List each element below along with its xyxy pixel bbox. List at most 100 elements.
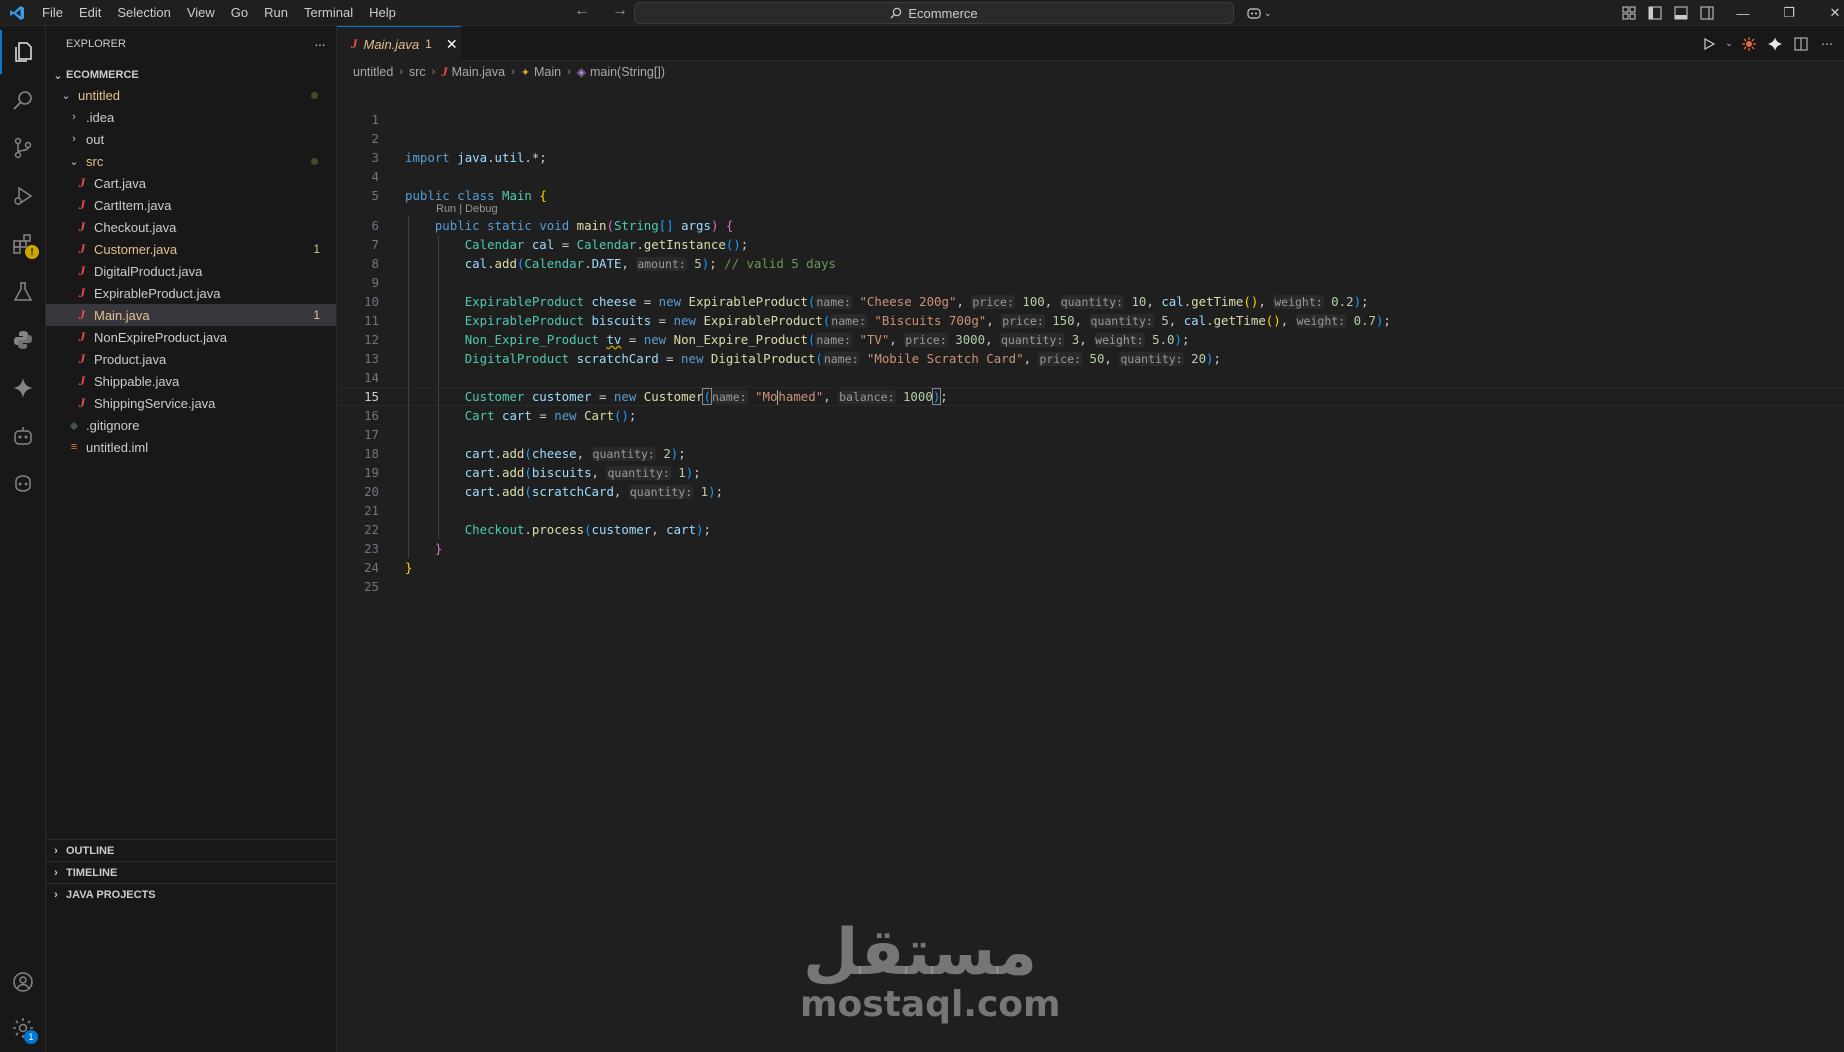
toggle-panel-icon[interactable] (1668, 0, 1694, 26)
tree-item[interactable]: J Main.java 1 (46, 304, 336, 326)
extensions-icon[interactable]: ! (0, 222, 46, 266)
sparkle-icon[interactable] (1764, 33, 1786, 55)
sidebar-header: EXPLORER ··· (46, 26, 337, 61)
tree-item[interactable]: J Shippable.java (46, 370, 336, 392)
tree-item[interactable]: ⌄ src (46, 150, 336, 172)
code-line[interactable]: 2 (337, 129, 1844, 148)
code-line[interactable]: 1 (337, 110, 1844, 129)
explorer-icon[interactable] (0, 30, 46, 74)
menu-file[interactable]: File (34, 0, 71, 26)
more-actions-icon[interactable]: ⋯ (1816, 33, 1838, 55)
code-line[interactable]: 16 Cart cart = new Cart(); (337, 406, 1844, 425)
breadcrumb-class[interactable]: Main (534, 65, 561, 79)
customize-layout-icon[interactable] (1616, 0, 1642, 26)
chevron-down-icon[interactable]: ⌄ (1724, 33, 1734, 55)
copilot-chat-icon[interactable] (0, 462, 46, 506)
toggle-primary-sidebar-icon[interactable] (1642, 0, 1668, 26)
menu-go[interactable]: Go (223, 0, 256, 26)
close-window-icon[interactable]: ✕ (1812, 0, 1844, 26)
code-line[interactable]: 21 (337, 501, 1844, 520)
manage-gear-icon[interactable]: 1 (0, 1006, 46, 1050)
tree-item[interactable]: ≡ untitled.iml (46, 436, 336, 458)
code-line[interactable]: 18 cart.add(cheese, quantity: 2); (337, 444, 1844, 463)
code-line[interactable]: 19 cart.add(biscuits, quantity: 1); (337, 463, 1844, 482)
code-line[interactable]: 14 (337, 368, 1844, 387)
line-number: 18 (364, 446, 379, 461)
code-line[interactable]: 11 ExpirableProduct biscuits = new Expir… (337, 311, 1844, 330)
robot-icon[interactable] (0, 414, 46, 458)
tree-item[interactable]: ◆ .gitignore (46, 414, 336, 436)
code-line[interactable]: 15 Customer customer = new Customer(name… (337, 387, 1844, 406)
code-line[interactable]: 6 public static void main(String[] args)… (337, 216, 1844, 235)
outline-section[interactable]: › OUTLINE (46, 839, 336, 861)
accounts-icon[interactable] (0, 960, 46, 1004)
tree-item[interactable]: › out (46, 128, 336, 150)
menu-help[interactable]: Help (361, 0, 404, 26)
code-line[interactable]: 4 (337, 167, 1844, 186)
breadcrumb-file[interactable]: Main.java (452, 65, 506, 79)
code-line[interactable]: 9 (337, 273, 1844, 292)
code-line[interactable]: 17 (337, 425, 1844, 444)
code-line[interactable]: 8 cal.add(Calendar.DATE, amount: 5); // … (337, 254, 1844, 273)
menu-terminal[interactable]: Terminal (296, 0, 361, 26)
code-text: } (405, 560, 413, 575)
tree-item[interactable]: ⌄ untitled (46, 84, 336, 106)
code-line[interactable]: 5 public class Main { (337, 186, 1844, 205)
tree-item[interactable]: › .idea (46, 106, 336, 128)
code-line[interactable]: 24} (337, 558, 1844, 577)
go-forward-icon[interactable]: → (612, 2, 628, 24)
tree-item[interactable]: J Checkout.java (46, 216, 336, 238)
tree-item[interactable]: J ShippingService.java (46, 392, 336, 414)
source-control-icon[interactable] (0, 126, 46, 170)
code-line[interactable]: 25 (337, 577, 1844, 596)
go-back-icon[interactable]: ← (574, 2, 590, 24)
timeline-section[interactable]: › TIMELINE (46, 861, 336, 883)
run-java-icon[interactable] (1698, 33, 1720, 55)
code-line[interactable]: 10 ExpirableProduct cheese = new Expirab… (337, 292, 1844, 311)
tree-item[interactable]: J Product.java (46, 348, 336, 370)
breadcrumb-method[interactable]: main(String[]) (590, 65, 665, 79)
tree-item[interactable]: J CartItem.java (46, 194, 336, 216)
debug-burst-icon[interactable] (1738, 33, 1760, 55)
code-text: import java.util.*; (405, 150, 547, 165)
tree-item[interactable]: J Customer.java 1 (46, 238, 336, 260)
copilot-menu-button[interactable]: ⌄ (1246, 3, 1272, 23)
tree-item[interactable]: J NonExpireProduct.java (46, 326, 336, 348)
more-actions-icon[interactable]: ··· (314, 36, 326, 52)
python-icon[interactable] (0, 318, 46, 362)
menu-run[interactable]: Run (256, 0, 296, 26)
breadcrumb-src[interactable]: src (409, 65, 426, 79)
toggle-secondary-sidebar-icon[interactable] (1694, 0, 1720, 26)
chevron-down-icon: ⌄ (61, 89, 71, 102)
testing-icon[interactable] (0, 270, 46, 314)
code-line[interactable]: 13 DigitalProduct scratchCard = new Digi… (337, 349, 1844, 368)
tab-main-java[interactable]: J Main.java 1 ✕ (337, 26, 461, 61)
tree-item[interactable]: J Cart.java (46, 172, 336, 194)
restore-icon[interactable]: ❐ (1766, 0, 1812, 26)
menu-edit[interactable]: Edit (71, 0, 109, 26)
search-icon[interactable] (0, 78, 46, 122)
java-projects-section[interactable]: › JAVA PROJECTS (46, 883, 336, 905)
run-and-debug-icon[interactable] (0, 174, 46, 218)
code-line[interactable]: 12 Non_Expire_Product tv = new Non_Expir… (337, 330, 1844, 349)
command-center-search[interactable]: Ecommerce (634, 2, 1234, 24)
project-root[interactable]: ⌄ ECOMMERCE (46, 64, 336, 86)
code-text: } (434, 541, 443, 556)
split-editor-icon[interactable] (1790, 33, 1812, 55)
close-tab-icon[interactable]: ✕ (446, 36, 458, 53)
code-line[interactable]: 22 Checkout.process(customer, cart); (337, 520, 1844, 539)
minimize-icon[interactable]: — (1720, 0, 1766, 26)
gemini-sparkle-icon[interactable] (0, 366, 46, 410)
menu-selection[interactable]: Selection (109, 0, 178, 26)
breadcrumb-untitled[interactable]: untitled (353, 65, 393, 79)
code-line[interactable]: 20 cart.add(scratchCard, quantity: 1); (337, 482, 1844, 501)
code-line[interactable]: 23 } (337, 539, 1844, 558)
tree-item[interactable]: J ExpirableProduct.java (46, 282, 336, 304)
tree-item[interactable]: J DigitalProduct.java (46, 260, 336, 282)
menu-view[interactable]: View (179, 0, 223, 26)
run-debug-codelens[interactable]: Run | Debug (436, 203, 498, 215)
code-text: Calendar cal = Calendar.getInstance(); (464, 237, 749, 252)
tree-item-label: Checkout.java (94, 219, 177, 235)
code-line[interactable]: 7 Calendar cal = Calendar.getInstance(); (337, 235, 1844, 254)
code-line[interactable]: 3 import java.util.*; (337, 148, 1844, 167)
